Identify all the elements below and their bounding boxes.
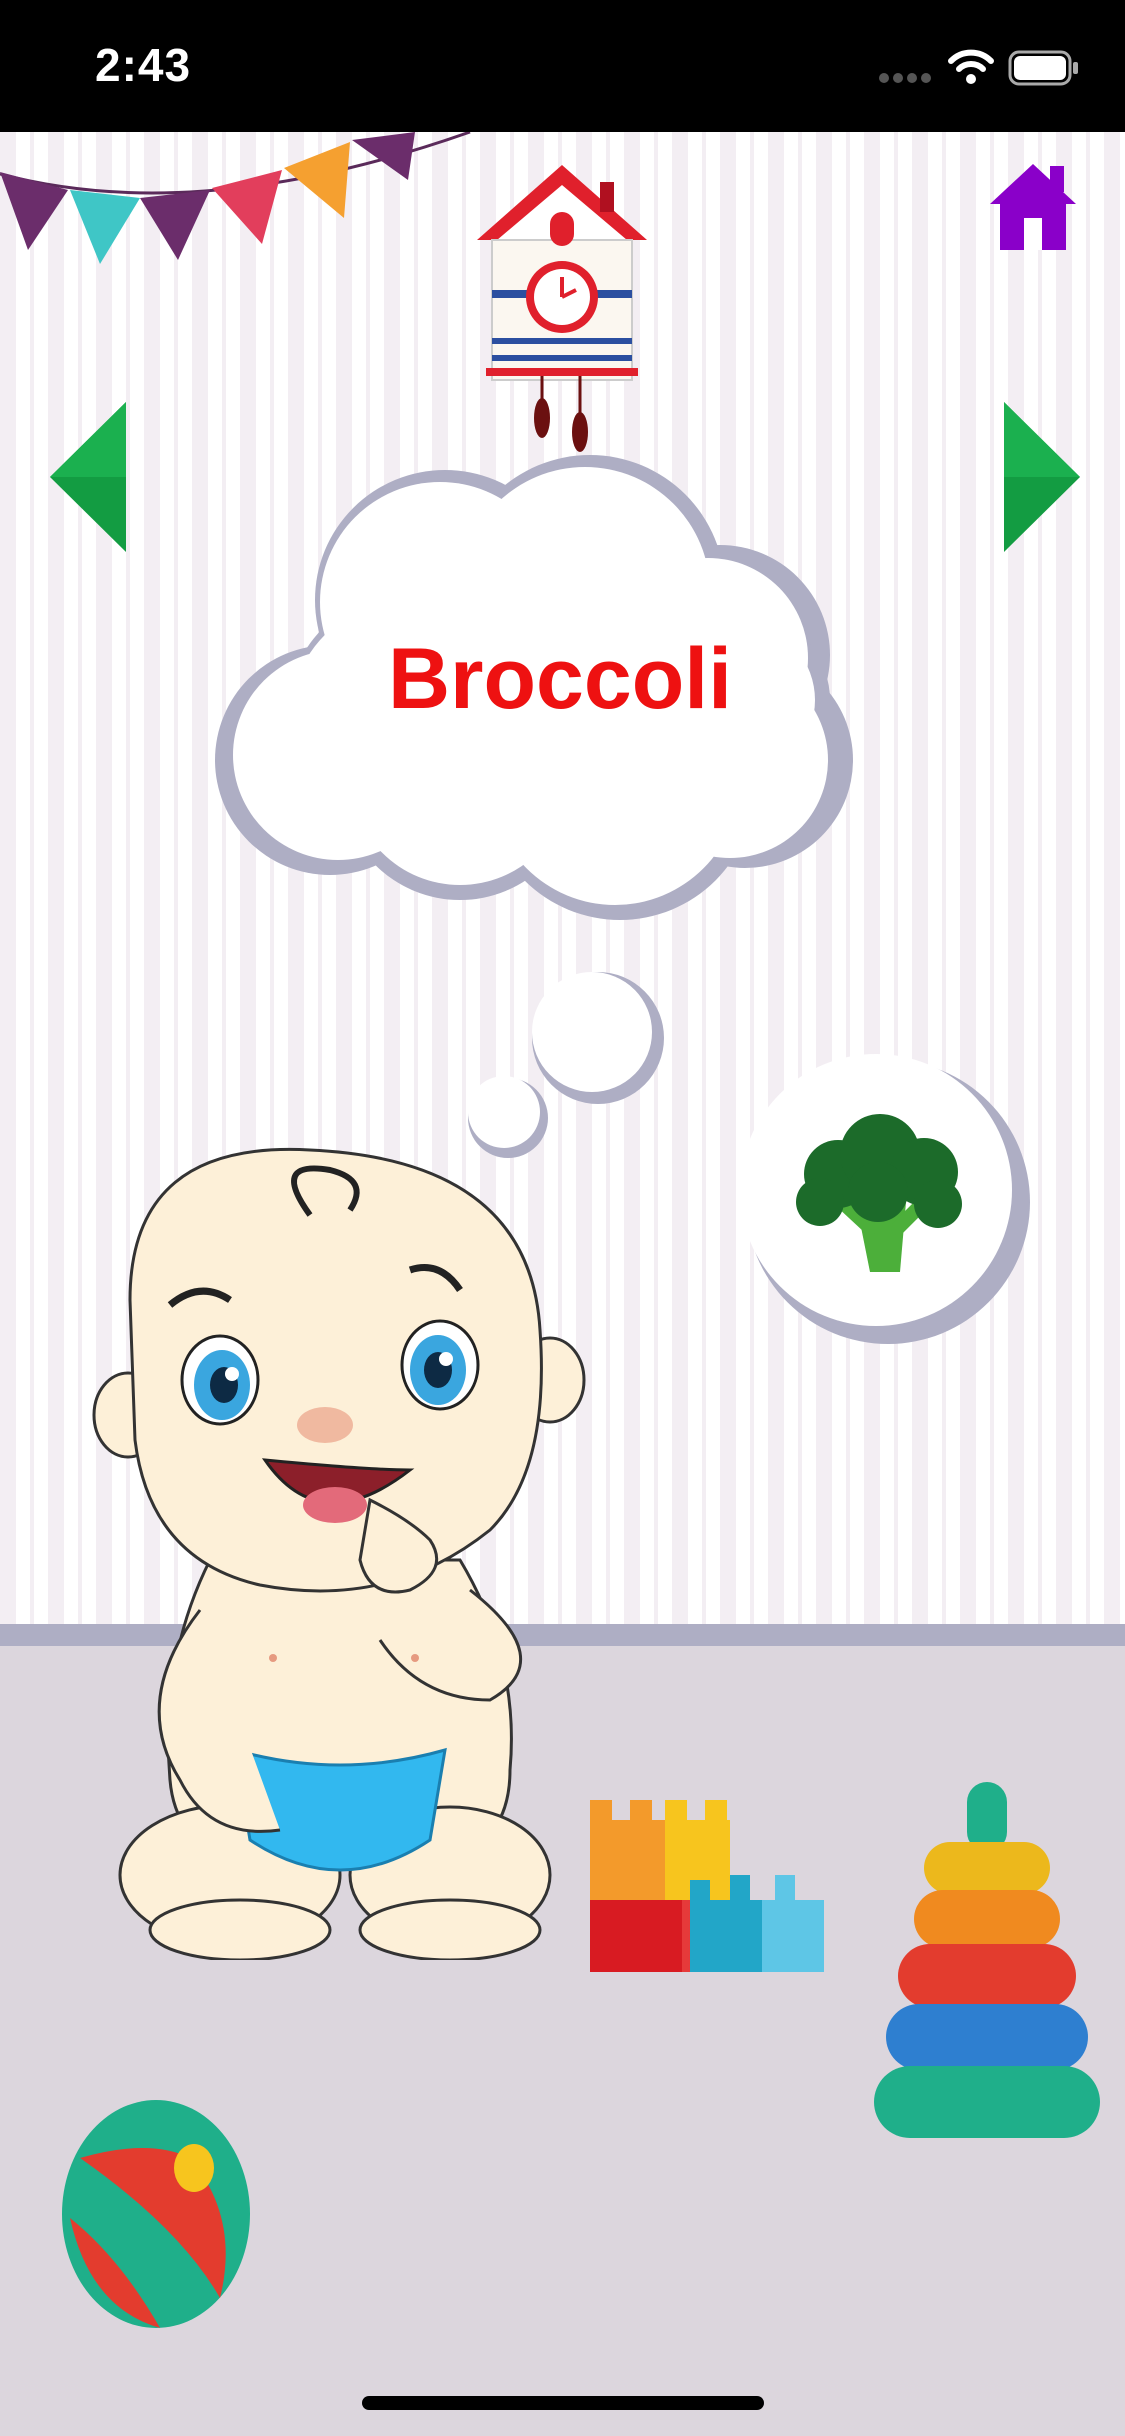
bunting-decoration [0,132,471,264]
cellular-icon [879,73,931,83]
word-label: Broccoli [387,631,733,727]
baby-illustration [92,1147,586,1960]
arrow-left-icon [50,402,126,552]
status-time: 2:43 [95,39,192,91]
status-bar: 2:43 [0,0,1125,132]
home-icon [990,164,1076,250]
ring-stacker-toy [874,1782,1100,2138]
cuckoo-clock-icon [477,165,647,452]
arrow-right-icon [1004,402,1080,552]
battery-icon [1008,50,1078,86]
next-button[interactable] [1004,402,1080,552]
home-button[interactable] [988,160,1078,252]
app-screen: 2:43 Broccoli [0,0,1125,2436]
beach-ball-toy [62,2100,250,2328]
building-blocks-toy [590,1800,824,1972]
previous-button[interactable] [50,402,126,552]
thought-bubbles [468,972,664,1158]
home-indicator[interactable] [362,2396,764,2410]
wifi-icon [948,49,994,84]
picture-bubble[interactable] [738,1052,1038,1352]
